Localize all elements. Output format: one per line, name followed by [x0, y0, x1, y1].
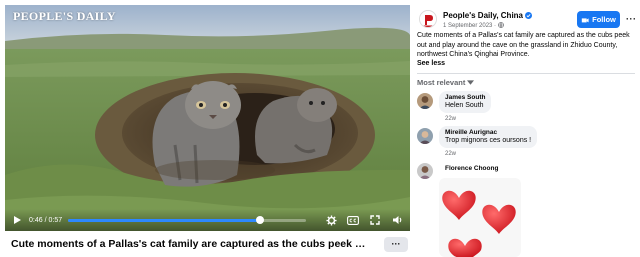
video-time: 0:46 / 0:57: [29, 217, 62, 224]
post-date-text[interactable]: 1 September 2023 ·: [443, 23, 498, 29]
video-progress-bar[interactable]: [68, 216, 306, 224]
follow-button[interactable]: Follow: [577, 11, 620, 28]
post-date[interactable]: 1 September 2023 ·: [443, 22, 504, 29]
post-text: Cute moments of a Pallas's cat family ar…: [417, 32, 630, 59]
verified-icon: [525, 12, 532, 19]
follow-icon: [581, 17, 589, 22]
user-avatar-icon: [417, 163, 433, 179]
page-name[interactable]: People's Daily, China: [443, 11, 532, 20]
fullscreen-button[interactable]: [368, 213, 382, 227]
follow-label: Follow: [592, 15, 616, 24]
volume-button[interactable]: [390, 213, 404, 227]
see-less-link[interactable]: See less: [417, 60, 445, 67]
globe-icon: [497, 22, 504, 29]
comment-text[interactable]: Helen South: [445, 102, 485, 109]
settings-icon: [325, 214, 337, 226]
avatar[interactable]: [417, 163, 433, 179]
comment-bubble: Mireille Aurignac Trop mignons ces ourso…: [439, 126, 538, 148]
progress-knob[interactable]: [256, 216, 265, 224]
video-watermark: PEOPLE'S DAILY: [13, 9, 116, 23]
divider: [417, 73, 635, 74]
captions-icon: [347, 215, 359, 225]
avatar[interactable]: [417, 128, 433, 144]
hearts-sticker-icon: [442, 190, 516, 257]
page-name-text[interactable]: People's Daily, China: [443, 11, 523, 20]
comment-author-block: Florence Choong: [445, 165, 498, 172]
comment-author[interactable]: Mireille Aurignac: [445, 129, 531, 136]
time-current: 0:46: [29, 216, 43, 224]
comment-bubble: James South Helen South: [439, 91, 492, 113]
progress-fill: [68, 218, 261, 222]
play-icon: [14, 216, 21, 224]
comment-sort-label: Most relevant: [417, 78, 466, 87]
user-avatar-icon: [417, 128, 433, 144]
time-separator: /: [44, 216, 47, 224]
avatar[interactable]: [417, 93, 433, 109]
comment-time[interactable]: 22w: [445, 116, 456, 122]
settings-button[interactable]: [324, 213, 338, 227]
time-total: 0:57: [48, 216, 63, 224]
video-caption-bar: Cute moments of a Pallas's cat family ar…: [5, 231, 410, 257]
user-avatar-icon: [417, 93, 433, 109]
video-controls: 0:46 / 0:57: [5, 209, 410, 231]
post-menu-button[interactable]: ···: [626, 14, 637, 24]
comment-time[interactable]: 22w: [445, 151, 456, 157]
captions-button[interactable]: [346, 213, 360, 227]
post-header: People's Daily, China 1 September 2023 ·…: [417, 8, 637, 32]
video-more-button[interactable]: ···: [384, 236, 408, 252]
video-title: Cute moments of a Pallas's cat family ar…: [11, 238, 371, 250]
volume-icon: [392, 216, 401, 224]
comment-author[interactable]: James South: [445, 94, 485, 101]
chevron-down-icon: [467, 80, 475, 85]
play-button[interactable]: [11, 214, 23, 226]
video-player[interactable]: PEOPLE'S DAILY 0:46 / 0:57: [5, 5, 410, 231]
page-avatar[interactable]: [419, 10, 437, 28]
fullscreen-icon: [370, 215, 380, 225]
comment-sticker-image[interactable]: [439, 178, 521, 257]
comment-sort-dropdown[interactable]: Most relevant: [417, 78, 475, 87]
comment-author[interactable]: Florence Choong: [445, 165, 498, 172]
peoples-daily-logo-icon: [420, 11, 436, 27]
video-frame: [5, 5, 410, 231]
comment-text[interactable]: Trop mignons ces oursons !: [445, 137, 531, 144]
